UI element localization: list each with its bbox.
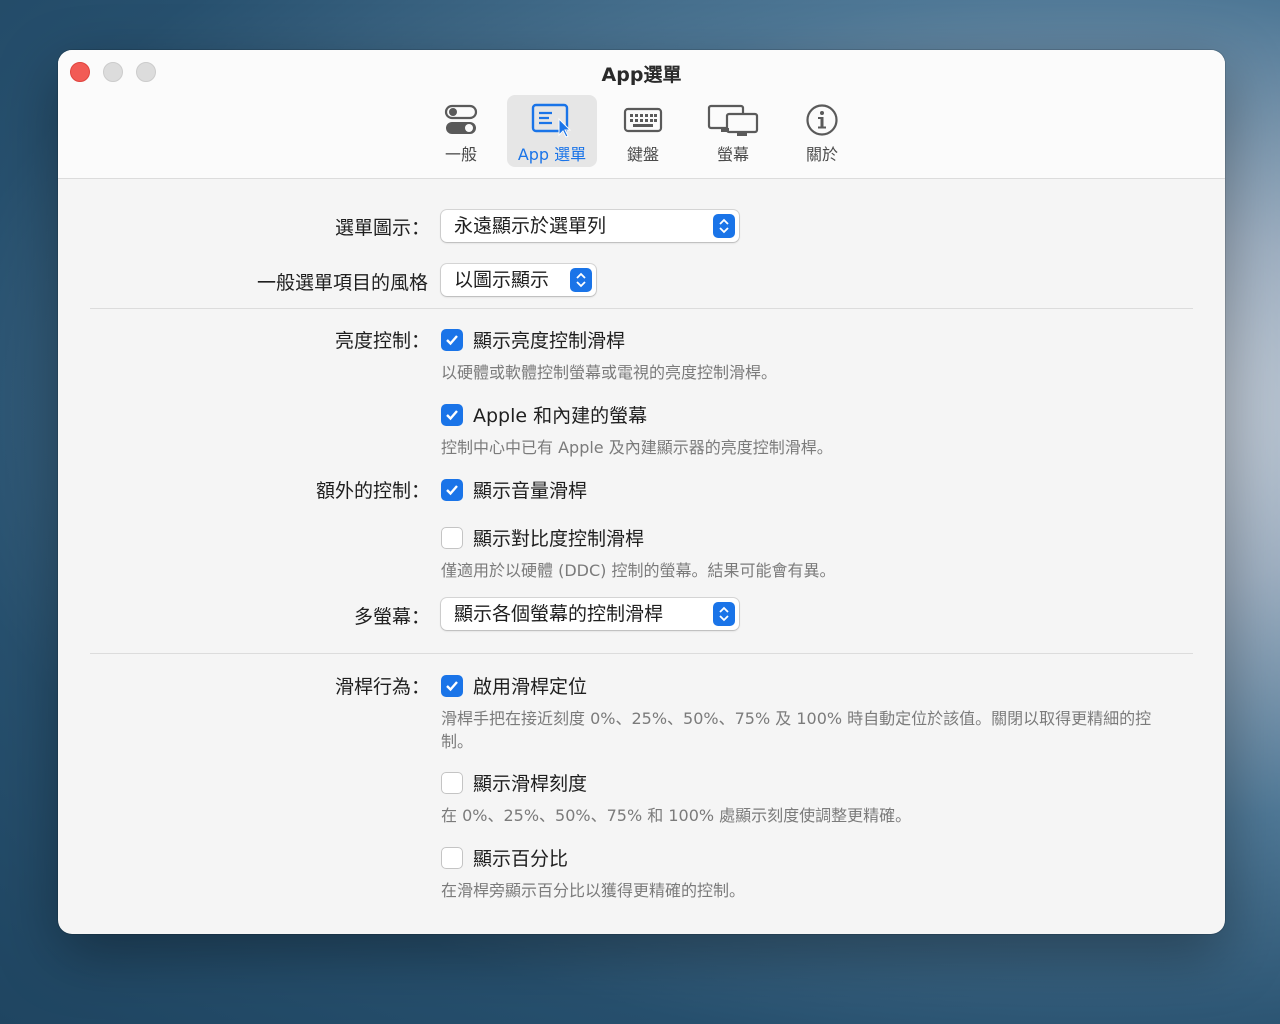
chevron-updown-icon bbox=[713, 602, 735, 626]
checkbox-label: 顯示亮度控制滑桿 bbox=[473, 330, 626, 352]
show-contrast-checkbox[interactable]: 顯示對比度控制滑桿 bbox=[441, 524, 644, 551]
checkbox-label: 啟用滑桿定位 bbox=[473, 676, 588, 698]
checkbox-label: 顯示百分比 bbox=[473, 848, 569, 870]
toolbar: App選單 一般 App 選單 鍵盤 螢幕 關於 bbox=[58, 50, 1225, 179]
chevron-updown-icon bbox=[570, 268, 592, 292]
menu-icon-value: 永遠顯示於選單列 bbox=[454, 215, 607, 237]
toggles-icon bbox=[444, 100, 478, 140]
tab-label: 一般 bbox=[444, 145, 477, 164]
show-volume-checkbox[interactable]: 顯示音量滑桿 bbox=[441, 476, 587, 503]
chevron-updown-icon bbox=[713, 214, 735, 238]
divider bbox=[90, 308, 1193, 309]
multi-display-value: 顯示各個螢幕的控制滑桿 bbox=[454, 603, 664, 625]
apple-builtin-checkbox[interactable]: Apple 和內建的螢幕 bbox=[441, 401, 647, 428]
checkmark-icon bbox=[441, 328, 463, 351]
checkbox-description: 僅適用於以硬體 (DDC) 控制的螢幕。結果可能會有異。 bbox=[441, 561, 836, 580]
tab-displays[interactable]: 螢幕 bbox=[688, 95, 778, 167]
menu-style-value: 以圖示顯示 bbox=[454, 269, 550, 291]
tab-bar: 一般 App 選單 鍵盤 螢幕 關於 bbox=[58, 95, 1225, 167]
checkmark-icon bbox=[441, 674, 463, 697]
tab-label: 鍵盤 bbox=[626, 145, 659, 164]
checkbox-box bbox=[441, 771, 463, 794]
show-brightness-checkbox[interactable]: 顯示亮度控制滑桿 bbox=[441, 326, 625, 353]
checkbox-box bbox=[441, 846, 463, 869]
tab-keyboard[interactable]: 鍵盤 bbox=[598, 95, 688, 167]
checkbox-description: 在滑桿旁顯示百分比以獲得更精確的控制。 bbox=[441, 881, 746, 900]
menu-window-icon bbox=[530, 100, 574, 140]
slider-ticks-checkbox[interactable]: 顯示滑桿刻度 bbox=[441, 769, 587, 796]
checkbox-box bbox=[441, 526, 463, 549]
checkbox-description: 在 0%、25%、50%、75% 和 100% 處顯示刻度使調整更精確。 bbox=[441, 806, 912, 825]
preferences-window: App選單 一般 App 選單 鍵盤 螢幕 關於 選單圖示： 永遠顯示於選單列 … bbox=[58, 50, 1225, 934]
checkmark-icon bbox=[441, 403, 463, 426]
window-title: App選單 bbox=[601, 64, 682, 86]
slider-behavior-label: 滑桿行為： bbox=[334, 676, 430, 698]
checkbox-label: 顯示音量滑桿 bbox=[473, 480, 588, 502]
checkmark-icon bbox=[441, 478, 463, 501]
tab-label: 螢幕 bbox=[716, 145, 749, 164]
menu-style-popup[interactable]: 以圖示顯示 bbox=[441, 264, 596, 296]
slider-snap-checkbox[interactable]: 啟用滑桿定位 bbox=[441, 672, 587, 699]
checkbox-label: 顯示對比度控制滑桿 bbox=[473, 528, 645, 550]
checkbox-description: 控制中心中已有 Apple 及內建顯示器的亮度控制滑桿。 bbox=[441, 438, 833, 457]
tab-about[interactable]: 關於 bbox=[777, 95, 867, 167]
menu-style-label: 一般選單項目的風格 bbox=[256, 272, 428, 294]
tab-general[interactable]: 一般 bbox=[416, 95, 506, 167]
checkbox-label: 顯示滑桿刻度 bbox=[473, 773, 588, 795]
extra-controls-label: 額外的控制： bbox=[315, 480, 430, 502]
displays-icon bbox=[707, 100, 759, 140]
tab-label: 關於 bbox=[805, 145, 838, 164]
checkbox-description: 滑桿手把在接近刻度 0%、25%、50%、75% 及 100% 時自動定位於該值… bbox=[441, 709, 1152, 751]
menu-icon-popup[interactable]: 永遠顯示於選單列 bbox=[441, 210, 739, 242]
multi-display-popup[interactable]: 顯示各個螢幕的控制滑桿 bbox=[441, 598, 739, 630]
multi-display-label: 多螢幕： bbox=[353, 606, 430, 628]
brightness-label: 亮度控制： bbox=[334, 330, 430, 352]
keyboard-icon bbox=[623, 100, 663, 140]
show-percentage-checkbox[interactable]: 顯示百分比 bbox=[441, 844, 568, 871]
tab-label: App 選單 bbox=[517, 145, 587, 164]
info-icon bbox=[805, 100, 839, 140]
divider bbox=[90, 653, 1193, 654]
checkbox-description: 以硬體或軟體控制螢幕或電視的亮度控制滑桿。 bbox=[441, 363, 778, 382]
tab-app-menu[interactable]: App 選單 bbox=[507, 95, 597, 167]
menu-icon-label: 選單圖示： bbox=[334, 217, 430, 239]
checkbox-label: Apple 和內建的螢幕 bbox=[473, 405, 648, 427]
